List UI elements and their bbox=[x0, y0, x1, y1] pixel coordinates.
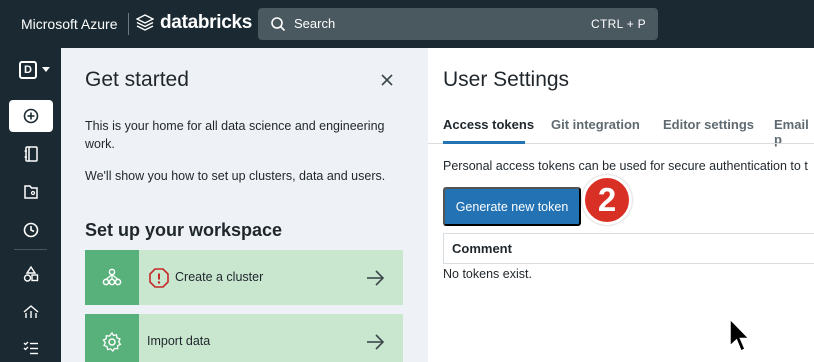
top-bar: Microsoft Azure databricks Search CTRL +… bbox=[0, 0, 814, 48]
cluster-icon bbox=[23, 305, 39, 318]
gear-icon bbox=[102, 331, 122, 352]
import-data-label: Import data bbox=[147, 334, 211, 348]
access-tokens-description: Personal access tokens can be used for s… bbox=[443, 159, 808, 173]
card-icon-box bbox=[85, 314, 139, 362]
databricks-brand[interactable]: databricks bbox=[160, 12, 252, 34]
warning-icon bbox=[149, 268, 169, 288]
generate-new-token-button[interactable]: Generate new token bbox=[443, 187, 581, 226]
persona-switcher[interactable]: D bbox=[19, 61, 37, 79]
nav-item-repos[interactable] bbox=[9, 176, 53, 208]
create-cluster-card[interactable]: Create a cluster bbox=[85, 250, 403, 305]
search-box[interactable]: Search CTRL + P bbox=[258, 8, 658, 40]
shapes-icon bbox=[23, 265, 39, 282]
nav-item-compute[interactable] bbox=[9, 296, 53, 328]
search-icon bbox=[271, 17, 286, 32]
list-check-icon bbox=[23, 341, 38, 355]
left-nav: D bbox=[0, 48, 61, 362]
user-settings-title: User Settings bbox=[443, 68, 570, 91]
clock-icon bbox=[23, 222, 39, 238]
search-shortcut: CTRL + P bbox=[591, 17, 646, 31]
notebook-icon bbox=[24, 146, 38, 162]
arrow-right-icon bbox=[367, 334, 385, 350]
card-icon-box bbox=[85, 250, 139, 305]
nav-item-recents[interactable] bbox=[9, 214, 53, 246]
cluster-icon bbox=[102, 268, 122, 285]
repo-icon bbox=[24, 185, 38, 199]
column-header-comment[interactable]: Comment bbox=[452, 241, 512, 256]
databricks-logo-icon bbox=[136, 14, 154, 31]
empty-tokens-message: No tokens exist. bbox=[443, 267, 532, 281]
azure-brand[interactable]: Microsoft Azure bbox=[21, 16, 117, 32]
setup-workspace-heading: Set up your workspace bbox=[85, 220, 283, 240]
nav-item-data[interactable] bbox=[9, 258, 53, 290]
tokens-table-header: Comment bbox=[443, 233, 814, 264]
search-placeholder: Search bbox=[294, 16, 336, 31]
chevron-down-icon[interactable] bbox=[42, 67, 50, 72]
get-started-intro: This is your home for all data science a… bbox=[85, 119, 385, 151]
arrow-right-icon bbox=[367, 270, 385, 286]
nav-item-workspace[interactable] bbox=[9, 138, 53, 170]
import-data-card[interactable]: Import data bbox=[85, 314, 403, 362]
active-tab-indicator bbox=[443, 141, 525, 144]
tab-git-integration[interactable]: Git integration bbox=[551, 117, 640, 132]
tab-access-tokens[interactable]: Access tokens bbox=[443, 117, 534, 132]
tab-editor-settings[interactable]: Editor settings bbox=[663, 117, 754, 132]
brand-divider bbox=[128, 13, 129, 35]
plus-circle-icon bbox=[23, 108, 39, 124]
nav-item-new[interactable] bbox=[9, 100, 53, 132]
create-cluster-label: Create a cluster bbox=[175, 270, 264, 284]
get-started-panel: Get started This is your home for all da… bbox=[61, 48, 428, 362]
close-icon[interactable] bbox=[377, 70, 397, 90]
get-started-intro-2: We'll show you how to set up clusters, d… bbox=[85, 169, 386, 183]
nav-divider bbox=[14, 249, 47, 250]
mouse-cursor-icon bbox=[729, 318, 751, 353]
step-number-badge: 2 bbox=[582, 175, 632, 225]
get-started-title: Get started bbox=[85, 68, 189, 91]
nav-item-workflows[interactable] bbox=[9, 332, 53, 362]
